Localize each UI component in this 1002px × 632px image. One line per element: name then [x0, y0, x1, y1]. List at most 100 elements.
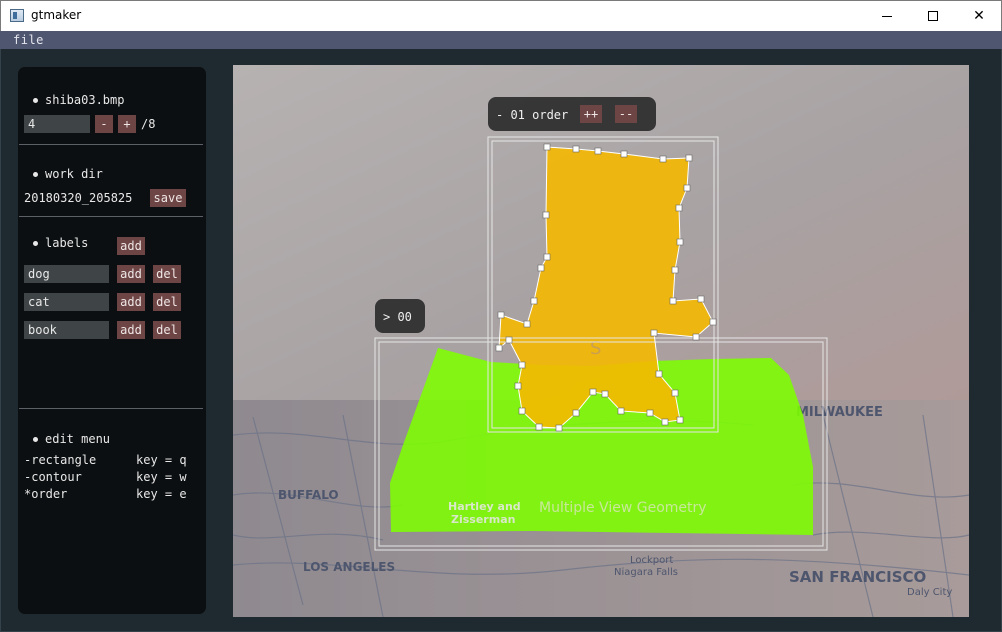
vertex-handle[interactable]	[655, 370, 663, 378]
label-add-button[interactable]: add	[117, 265, 145, 283]
vertex-handle[interactable]	[659, 155, 667, 163]
vertex-handle[interactable]	[650, 329, 658, 337]
vertex-handle[interactable]	[537, 264, 545, 272]
image-next-button[interactable]: +	[118, 115, 136, 133]
order-tag-label: - 01 order	[496, 108, 569, 122]
bullet-icon	[33, 172, 38, 177]
vertex-handle[interactable]	[518, 361, 526, 369]
label-field-dog[interactable]: dog	[24, 265, 109, 283]
vertex-handle[interactable]	[530, 297, 538, 305]
divider	[19, 144, 203, 145]
label-del-button[interactable]: del	[153, 265, 181, 283]
image-index-field[interactable]: 4	[24, 115, 90, 133]
close-button[interactable]: ✕	[956, 1, 1002, 31]
save-button[interactable]: save	[150, 189, 186, 207]
vertex-handle[interactable]	[671, 266, 679, 274]
divider	[19, 216, 203, 217]
vertex-handle[interactable]	[535, 423, 543, 431]
label-del-button[interactable]: del	[153, 293, 181, 311]
edit-action-order: *order	[24, 487, 68, 501]
vertex-handle[interactable]	[543, 143, 551, 151]
vertex-handle[interactable]	[671, 389, 679, 397]
item-tag-label: > 00	[383, 310, 412, 324]
map-text-buffalo: BUFFALO	[278, 488, 339, 502]
add-label-button[interactable]: add	[117, 237, 145, 255]
workdir-heading: work dir	[45, 167, 103, 181]
label-add-button[interactable]: add	[117, 293, 145, 311]
vertex-handle[interactable]	[543, 253, 551, 261]
image-total: /8	[141, 117, 156, 131]
vertex-handle[interactable]	[683, 184, 691, 192]
vertex-handle[interactable]	[620, 150, 628, 158]
item-tag: > 00	[375, 299, 425, 333]
vertex-handle[interactable]	[497, 311, 505, 319]
edit-menu-heading: edit menu	[45, 432, 111, 446]
vertex-handle[interactable]	[589, 388, 597, 396]
vertex-handle[interactable]	[594, 147, 602, 155]
vertex-handle[interactable]	[505, 336, 513, 344]
vertex-handle[interactable]	[676, 238, 684, 246]
edit-key-rectangle: key = q	[136, 453, 187, 467]
vertex-handle[interactable]	[697, 295, 705, 303]
map-text-daly: Daly City	[907, 587, 952, 598]
book-title: Multiple View Geometry	[539, 500, 707, 516]
window-title: gtmaker	[31, 8, 82, 22]
edit-action-rectangle: -rectangle	[24, 453, 97, 467]
image-filename: shiba03.bmp	[45, 93, 125, 107]
vertex-handle[interactable]	[692, 333, 700, 341]
vertex-handle[interactable]	[646, 409, 654, 417]
vertex-handle[interactable]	[709, 318, 717, 326]
vertex-handle[interactable]	[572, 409, 580, 417]
minimize-button[interactable]	[864, 1, 910, 31]
side-panel: shiba03.bmp 4 - + /8 work dir 20180320_2…	[18, 67, 206, 614]
annotation-svg: MILWAUKEE BUFFALO SAN FRANCISCO LOS ANGE…	[233, 65, 969, 617]
divider	[19, 408, 203, 409]
vertex-handle[interactable]	[555, 424, 563, 432]
vertex-handle[interactable]	[523, 320, 531, 328]
vertex-handle[interactable]	[601, 390, 609, 398]
title-bar: gtmaker ✕	[0, 0, 1002, 31]
bullet-icon	[33, 98, 38, 103]
order-tag: - 01 order ++ --	[488, 97, 656, 131]
vertex-handle[interactable]	[518, 407, 526, 415]
image-prev-button[interactable]: -	[95, 115, 113, 133]
book-authors-line1: Hartley and	[448, 500, 521, 513]
map-text-milwaukee: MILWAUKEE	[796, 405, 883, 420]
vertex-handle[interactable]	[676, 416, 684, 424]
order-increase-button[interactable]: ++	[580, 105, 602, 123]
map-text-los-angeles: LOS ANGELES	[303, 560, 395, 574]
bullet-icon	[33, 241, 38, 246]
edit-key-order: key = e	[136, 487, 187, 501]
menu-file[interactable]: file	[13, 33, 44, 47]
label-field-cat[interactable]: cat	[24, 293, 109, 311]
vertex-handle[interactable]	[495, 344, 503, 352]
edit-action-contour: -contour	[24, 470, 82, 484]
edit-key-contour: key = w	[136, 470, 187, 484]
maximize-icon	[928, 11, 938, 21]
order-decrease-button[interactable]: --	[615, 105, 637, 123]
close-icon: ✕	[973, 8, 985, 24]
map-text-san-francisco: SAN FRANCISCO	[789, 568, 926, 586]
maximize-button[interactable]	[910, 1, 956, 31]
map-text-niagara: Niagara Falls	[614, 567, 678, 578]
app-icon	[10, 9, 24, 22]
minimize-icon	[882, 15, 892, 17]
workdir-value: 20180320_205825	[24, 191, 133, 205]
book-authors-line2: Zisserman	[451, 513, 515, 526]
map-text-lockport: Lockport	[630, 555, 673, 566]
vertex-handle[interactable]	[685, 154, 693, 162]
vertex-handle[interactable]	[542, 211, 550, 219]
label-del-button[interactable]: del	[153, 321, 181, 339]
toy-letter: S	[590, 338, 601, 359]
menu-bar: file	[0, 31, 1002, 49]
vertex-handle[interactable]	[669, 297, 677, 305]
labels-heading: labels	[45, 236, 89, 250]
label-add-button[interactable]: add	[117, 321, 145, 339]
vertex-handle[interactable]	[675, 204, 683, 212]
vertex-handle[interactable]	[617, 407, 625, 415]
vertex-handle[interactable]	[514, 382, 522, 390]
label-field-book[interactable]: book	[24, 321, 109, 339]
vertex-handle[interactable]	[661, 418, 669, 426]
image-canvas[interactable]: MILWAUKEE BUFFALO SAN FRANCISCO LOS ANGE…	[233, 65, 969, 617]
vertex-handle[interactable]	[572, 145, 580, 153]
